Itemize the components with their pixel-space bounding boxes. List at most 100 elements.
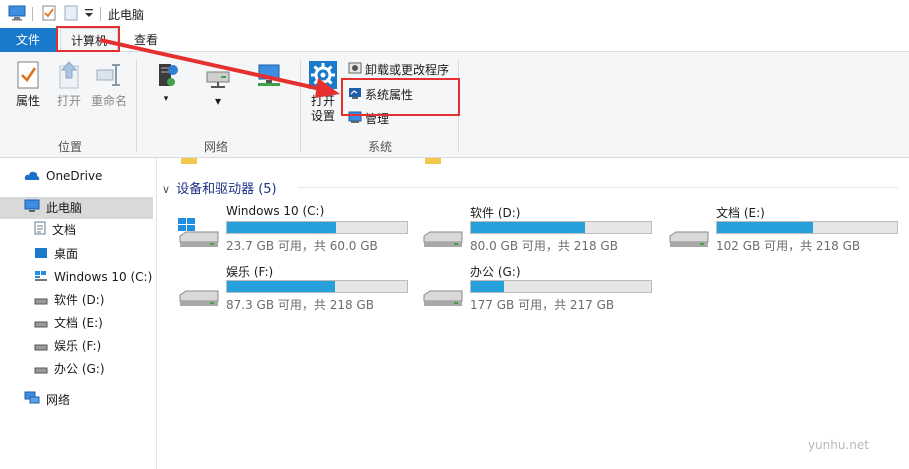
group-label-location: 位置 xyxy=(57,140,82,154)
drive-icon xyxy=(34,313,48,335)
title-bar: 此电脑 xyxy=(0,0,909,28)
desktop-icon xyxy=(34,244,48,266)
open-button[interactable]: 打开 xyxy=(52,60,86,109)
drive-usage-fill xyxy=(227,222,336,233)
drive-icon xyxy=(34,336,48,358)
media-server-icon xyxy=(159,64,178,86)
open-settings-button[interactable]: 打开 设置 xyxy=(306,60,340,124)
drive-name: 娱乐 (F:) xyxy=(226,265,274,279)
properties-icon xyxy=(17,61,39,89)
uninstall-label: 卸载或更改程序 xyxy=(365,63,450,77)
network-icon xyxy=(24,390,40,412)
nav-item-drive-f[interactable]: 娱乐 (F:) xyxy=(34,335,101,357)
drive-usage-bar xyxy=(470,280,652,293)
group-label-network: 网络 xyxy=(203,140,228,154)
nav-label-drive-g: 办公 (G:) xyxy=(54,362,105,376)
group-separator xyxy=(136,60,137,152)
open-settings-label-line2: 设置 xyxy=(310,109,335,123)
map-drive-label-line2-row: ▾ xyxy=(214,94,222,108)
nav-label-desktop: 桌面 xyxy=(54,247,79,261)
map-drive-icon xyxy=(206,71,230,88)
cloud-icon xyxy=(24,166,40,188)
drive-tile-g[interactable]: 办公 (G:) 177 GB 可用，共 217 GB xyxy=(422,263,662,315)
nav-label-documents: 文档 xyxy=(52,223,77,237)
drive-icon xyxy=(422,218,464,251)
drive-tile-d[interactable]: 软件 (D:) 80.0 GB 可用，共 218 GB xyxy=(422,204,662,256)
tab-view[interactable]: 查看 xyxy=(126,28,166,52)
nav-label-drive-f: 娱乐 (F:) xyxy=(54,339,102,353)
nav-label-network: 网络 xyxy=(46,393,71,407)
nav-label-drive-d: 软件 (D:) xyxy=(54,293,105,307)
chevron-down-icon: ▾ xyxy=(163,94,169,104)
access-media-button[interactable]: ▾ xyxy=(140,60,192,104)
map-network-drive-button[interactable]: ▾ xyxy=(192,60,244,109)
rename-button[interactable]: 重命名 xyxy=(88,60,130,109)
properties-quick-icon[interactable] xyxy=(42,5,56,24)
rename-label: 重命名 xyxy=(90,94,127,108)
section-divider xyxy=(298,187,898,188)
drive-free-space: 102 GB 可用，共 218 GB xyxy=(716,239,861,253)
content-pane: ∨ 设备和驱动器 (5) Windows 10 (C:) 23.7 GB 可用，共… xyxy=(158,158,909,469)
nav-label-onedrive: OneDrive xyxy=(46,169,103,183)
tab-file[interactable]: 文件 xyxy=(0,28,56,52)
drive-tile-f[interactable]: 娱乐 (F:) 87.3 GB 可用，共 218 GB xyxy=(178,263,418,315)
open-settings-label-line1: 打开 xyxy=(310,94,335,108)
group-separator xyxy=(300,60,301,152)
properties-label: 属性 xyxy=(15,94,40,108)
section-header-devices[interactable]: ∨ 设备和驱动器 (5) xyxy=(162,178,277,197)
nav-label-this-pc: 此电脑 xyxy=(46,201,83,215)
drive-icon xyxy=(668,218,710,251)
drive-icon xyxy=(422,277,464,310)
window-title: 此电脑 xyxy=(108,8,145,22)
add-network-location-button[interactable] xyxy=(244,60,294,94)
nav-item-drive-c[interactable]: Windows 10 (C:) xyxy=(34,266,152,288)
navigation-pane: OneDrive 此电脑 文档 桌面 Windows 10 (C:) 软件 (D… xyxy=(0,158,157,469)
drive-usage-bar xyxy=(470,221,652,234)
network-location-icon xyxy=(258,64,280,86)
drive-free-space: 177 GB 可用，共 217 GB xyxy=(470,298,615,312)
drive-tile-e[interactable]: 文档 (E:) 102 GB 可用，共 218 GB xyxy=(668,204,908,256)
drive-icon xyxy=(34,359,48,381)
drive-tile-c[interactable]: Windows 10 (C:) 23.7 GB 可用，共 60.0 GB xyxy=(178,204,418,256)
nav-item-network[interactable]: 网络 xyxy=(24,389,70,411)
windows-drive-icon xyxy=(34,267,48,289)
customize-dropdown-icon[interactable] xyxy=(84,6,94,23)
new-folder-quick-icon[interactable] xyxy=(64,5,78,24)
open-icon xyxy=(59,61,79,89)
nav-item-documents[interactable]: 文档 xyxy=(34,219,76,241)
drive-usage-fill xyxy=(471,222,585,233)
drive-usage-fill xyxy=(717,222,813,233)
nav-item-this-pc[interactable]: 此电脑 xyxy=(0,197,153,219)
open-label: 打开 xyxy=(56,94,81,108)
folder-icon xyxy=(180,155,198,169)
drive-name: 办公 (G:) xyxy=(470,265,521,279)
divider xyxy=(100,7,101,21)
this-pc-icon xyxy=(8,5,26,24)
settings-gear-icon xyxy=(309,61,337,89)
nav-label-drive-c: Windows 10 (C:) xyxy=(54,270,153,284)
windows-drive-icon xyxy=(178,218,220,251)
uninstall-program-button[interactable]: 卸载或更改程序 xyxy=(348,61,449,79)
nav-item-desktop[interactable]: 桌面 xyxy=(34,243,78,265)
watermark: yunhu.net xyxy=(807,438,869,452)
drive-usage-bar xyxy=(716,221,898,234)
folder-icon xyxy=(424,155,442,169)
nav-item-drive-e[interactable]: 文档 (E:) xyxy=(34,312,103,334)
nav-item-onedrive[interactable]: OneDrive xyxy=(24,165,102,187)
drive-free-space: 87.3 GB 可用，共 218 GB xyxy=(226,298,374,312)
rename-icon xyxy=(96,64,120,86)
properties-button[interactable]: 属性 xyxy=(10,60,46,109)
drive-name: 软件 (D:) xyxy=(470,206,521,220)
section-header-label: 设备和驱动器 (5) xyxy=(176,182,277,197)
chevron-down-icon: ∨ xyxy=(162,183,171,196)
document-icon xyxy=(34,220,46,242)
drive-name: 文档 (E:) xyxy=(716,206,765,220)
group-label-system: 系统 xyxy=(367,140,392,154)
computer-icon xyxy=(24,198,40,220)
drive-name: Windows 10 (C:) xyxy=(226,204,325,218)
nav-item-drive-g[interactable]: 办公 (G:) xyxy=(34,358,105,380)
drive-usage-bar xyxy=(226,221,408,234)
nav-label-drive-e: 文档 (E:) xyxy=(54,316,103,330)
nav-item-drive-d[interactable]: 软件 (D:) xyxy=(34,289,104,311)
drive-icon xyxy=(34,290,48,312)
